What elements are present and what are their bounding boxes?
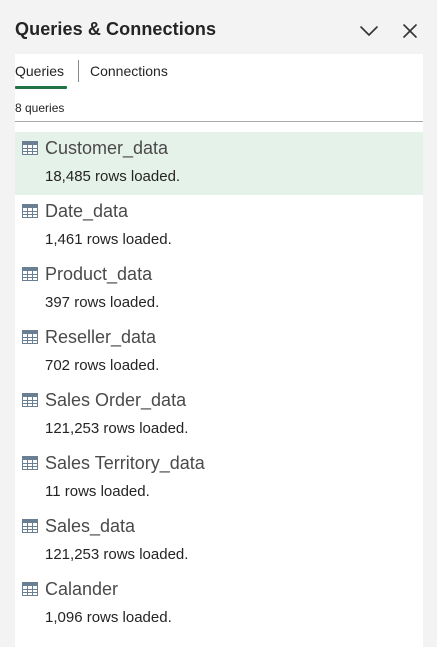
table-icon	[22, 582, 38, 596]
query-item-7[interactable]: Calander 1,096 rows loaded.	[15, 573, 423, 636]
query-status: 18,485 rows loaded.	[45, 168, 181, 185]
queries-connections-pane: Queries & Connections Queries Connection…	[0, 0, 437, 647]
query-item-0[interactable]: Customer_data 18,485 rows loaded.	[15, 132, 423, 195]
query-name: Product_data	[45, 264, 153, 284]
query-status: 1,096 rows loaded.	[45, 609, 172, 626]
query-item-6[interactable]: Sales_data 121,253 rows loaded.	[15, 510, 423, 573]
query-status: 11 rows loaded.	[45, 483, 150, 500]
query-status: 702 rows loaded.	[45, 357, 160, 374]
close-button[interactable]	[397, 18, 423, 44]
query-item-2[interactable]: Product_data 397 rows loaded.	[15, 258, 423, 321]
query-name: Sales Order_data	[45, 390, 187, 410]
query-count: 8 queries	[15, 101, 65, 115]
table-icon	[22, 393, 38, 407]
query-name: Calander	[45, 579, 119, 599]
collapse-button[interactable]	[356, 18, 382, 44]
table-icon	[22, 330, 38, 344]
query-name: Customer_data	[45, 138, 169, 158]
tab-queries[interactable]: Queries	[15, 63, 64, 79]
query-item-5[interactable]: Sales Territory_data 11 rows loaded.	[15, 447, 423, 510]
query-status: 121,253 rows loaded.	[45, 420, 189, 437]
table-icon	[22, 141, 38, 155]
query-item-4[interactable]: Sales Order_data 121,253 rows loaded.	[15, 384, 423, 447]
table-icon	[22, 519, 38, 533]
tab-bar: Queries Connections	[15, 54, 423, 90]
chevron-down-icon	[360, 26, 378, 36]
pane-title: Queries & Connections	[15, 19, 217, 39]
query-item-3[interactable]: Reseller_data 702 rows loaded.	[15, 321, 423, 384]
table-icon	[22, 456, 38, 470]
pane-header: Queries & Connections	[0, 0, 437, 56]
pane-content: Queries Connections 8 queries Customer_d…	[15, 54, 423, 647]
query-name: Date_data	[45, 201, 129, 221]
query-status: 397 rows loaded.	[45, 294, 160, 311]
query-name: Sales_data	[45, 516, 136, 536]
tab-separator	[78, 60, 79, 82]
active-tab-indicator	[15, 86, 67, 89]
query-list: Customer_data 18,485 rows loaded. Date_d…	[15, 132, 423, 636]
table-icon	[22, 204, 38, 218]
divider	[15, 121, 423, 122]
query-name: Sales Territory_data	[45, 453, 205, 473]
table-icon	[22, 267, 38, 281]
query-name: Reseller_data	[45, 327, 157, 347]
close-icon	[403, 24, 417, 38]
query-status: 1,461 rows loaded.	[45, 231, 172, 248]
query-item-1[interactable]: Date_data 1,461 rows loaded.	[15, 195, 423, 258]
query-status: 121,253 rows loaded.	[45, 546, 189, 563]
tab-connections[interactable]: Connections	[90, 63, 168, 79]
